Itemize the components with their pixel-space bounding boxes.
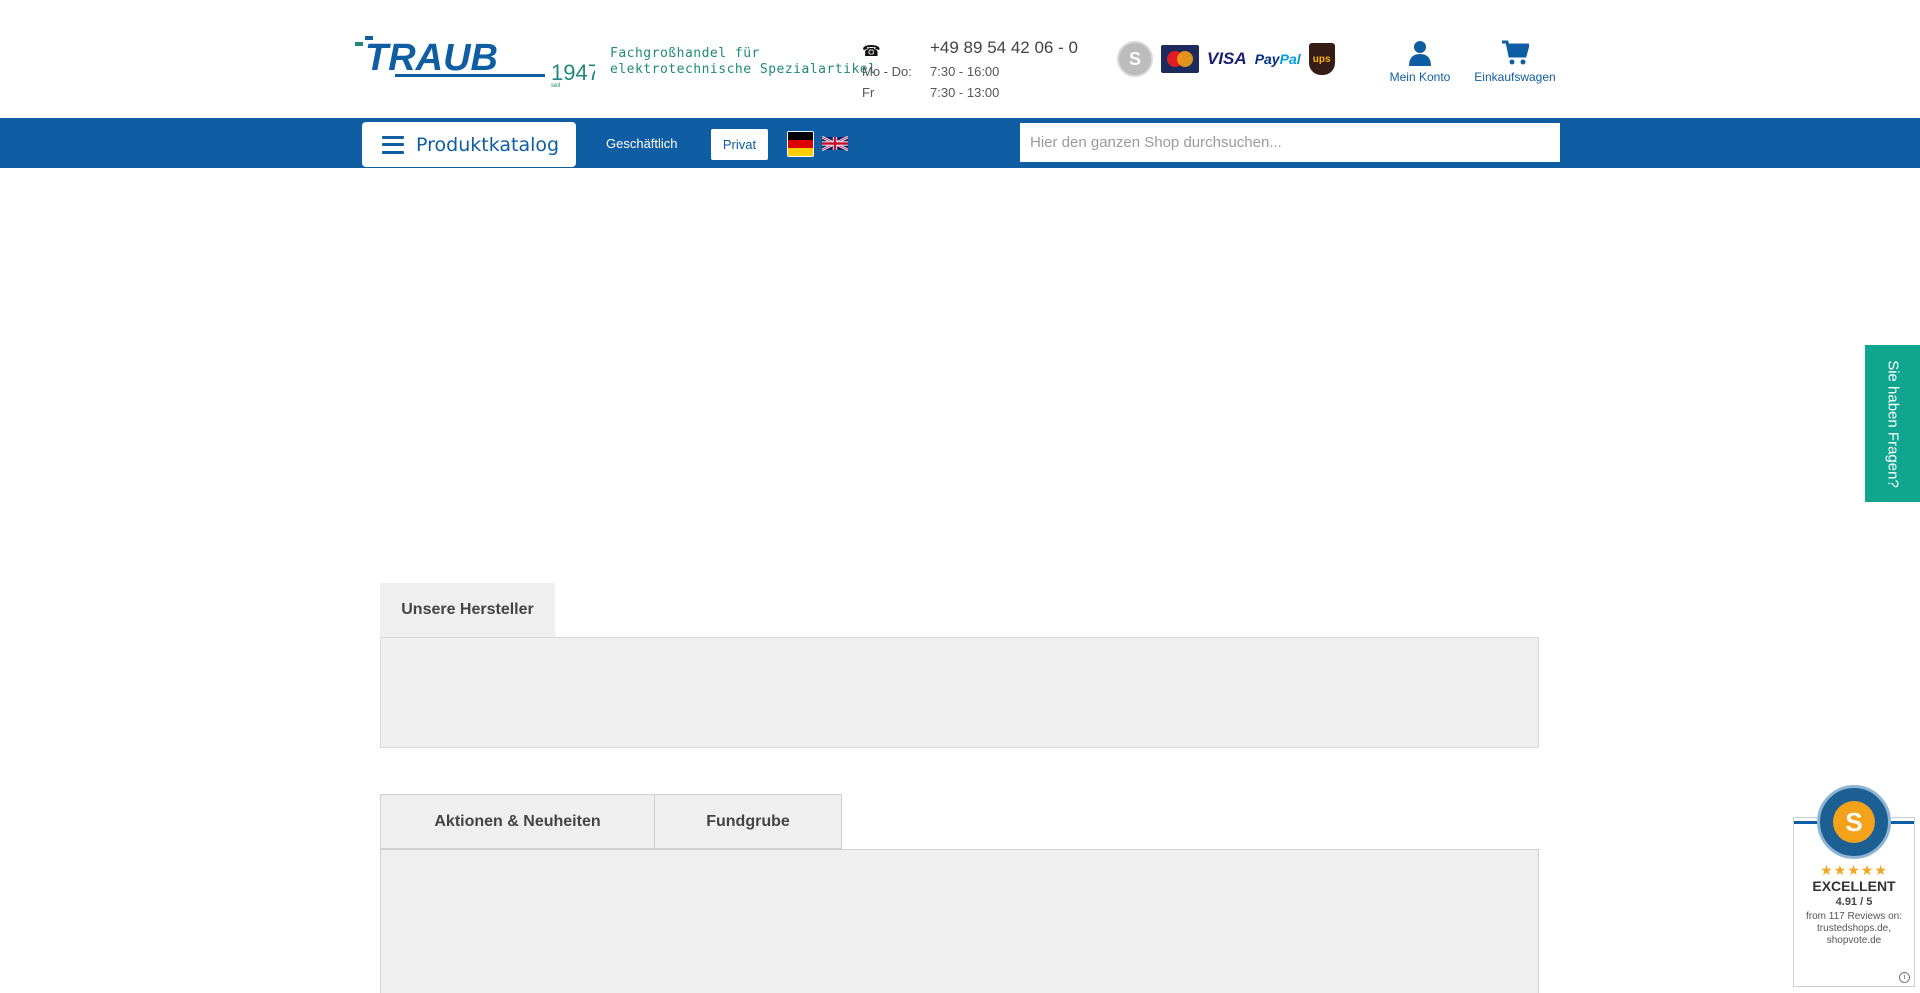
- questions-side-tab-label: Sie haben Fragen?: [1884, 359, 1901, 488]
- rating-source: from 117 Reviews on: trustedshops.de, sh…: [1806, 911, 1902, 946]
- hours-days: Fr: [862, 85, 875, 100]
- user-icon: [1409, 41, 1431, 66]
- tab-manufacturers[interactable]: Unsere Hersteller: [380, 583, 555, 637]
- tagline-line-1: Fachgroßhandel für: [610, 46, 760, 61]
- contact-info: ☎ +49 89 54 42 06 - 0 Mo - Do: 7:30 - 16…: [860, 36, 1090, 106]
- shopvote-badge[interactable]: S ★★★★★ EXCELLENT 4.91 / 5 from 117 Revi…: [1793, 785, 1915, 987]
- safety-seal-icon: S: [1117, 41, 1153, 77]
- hours-time: 7:30 - 16:00: [930, 64, 1000, 79]
- private-toggle[interactable]: Privat: [711, 129, 768, 160]
- cart-icon: [1502, 40, 1529, 65]
- tagline-line-2: elektrotechnische Spezialartikel: [610, 62, 877, 77]
- rating-label: EXCELLENT: [1812, 878, 1896, 894]
- product-catalog-label: Produktkatalog: [416, 133, 560, 156]
- hamburger-icon: [382, 135, 404, 154]
- promotions-panel: [380, 849, 1539, 993]
- promo-tabs: Aktionen & Neuheiten Fundgrube: [380, 794, 842, 849]
- logo-since: seit: [551, 83, 561, 89]
- payment-methods: S VISA PayPal ups: [1117, 38, 1335, 80]
- traub-logo[interactable]: TRAUB 1947 seit: [355, 34, 595, 90]
- site-header: TRAUB 1947 seit Fachgroßhandel für elekt…: [0, 0, 1920, 118]
- my-account-label: Mein Konto: [1389, 70, 1451, 84]
- shopvote-seal-letter: S: [1833, 801, 1875, 843]
- phone-number[interactable]: +49 89 54 42 06 - 0: [930, 38, 1078, 58]
- rating-score: 4.91 / 5: [1835, 896, 1873, 908]
- cart-label: Einkaufswagen: [1474, 70, 1556, 84]
- phone-icon: ☎: [862, 42, 881, 60]
- tab-promotions-news[interactable]: Aktionen & Neuheiten: [380, 794, 655, 849]
- questions-side-tab[interactable]: Sie haben Fragen?: [1865, 345, 1920, 502]
- rating-stars: ★★★★★: [1820, 862, 1888, 878]
- shopvote-seal-icon: S: [1817, 785, 1891, 859]
- ups-icon: ups: [1308, 43, 1335, 75]
- visa-icon: VISA: [1207, 49, 1247, 68]
- my-account-link[interactable]: Mein Konto: [1385, 40, 1455, 84]
- paypal-icon: PayPal: [1254, 51, 1301, 67]
- tab-bargain-corner[interactable]: Fundgrube: [655, 794, 842, 849]
- mastercard-icon: [1161, 45, 1199, 73]
- logo-text: TRAUB: [365, 37, 498, 79]
- uk-flag-icon[interactable]: [822, 135, 848, 152]
- info-icon[interactable]: i: [1899, 972, 1910, 983]
- main-navbar: Produktkatalog Geschäftlich Privat: [0, 118, 1920, 168]
- manufacturers-panel: [380, 637, 1539, 748]
- german-flag-icon[interactable]: [787, 131, 814, 157]
- logo-year: 1947: [551, 60, 595, 85]
- business-toggle[interactable]: Geschäftlich: [606, 136, 678, 151]
- product-catalog-button[interactable]: Produktkatalog: [362, 122, 576, 167]
- tagline: Fachgroßhandel für elektrotechnische Spe…: [610, 46, 876, 78]
- search-input[interactable]: [1020, 123, 1560, 162]
- hours-time: 7:30 - 13:00: [930, 85, 1000, 100]
- cart-link[interactable]: Einkaufswagen: [1470, 40, 1560, 84]
- hours-days: Mo - Do:: [862, 64, 912, 79]
